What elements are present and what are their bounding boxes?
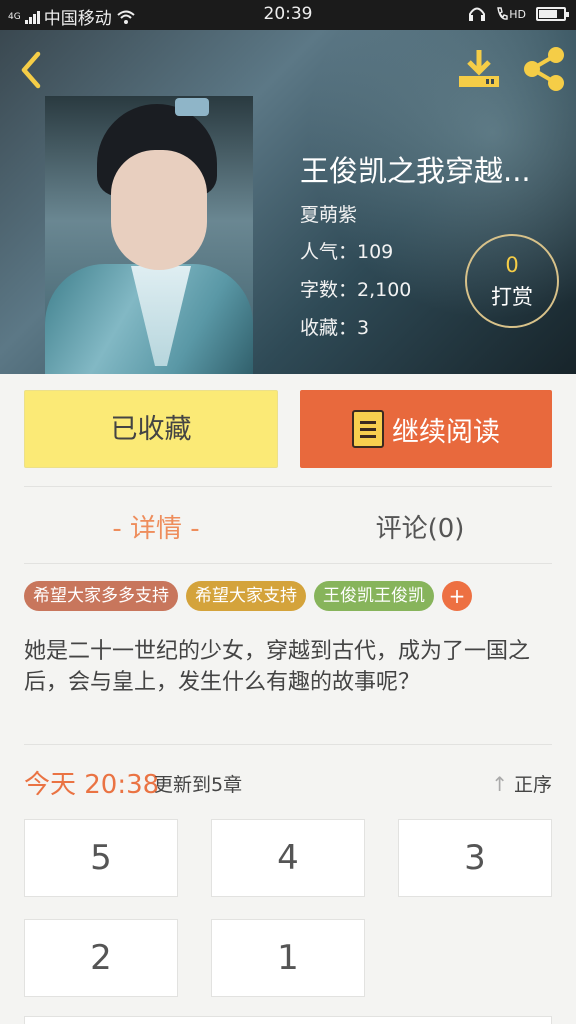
tag-list: 希望大家多多支持 希望大家支持 王俊凯王俊凯 + bbox=[24, 581, 472, 611]
hd-label: HD bbox=[509, 7, 526, 21]
chapter-item[interactable]: 1 bbox=[211, 919, 365, 997]
share-button[interactable] bbox=[520, 46, 568, 92]
reward-count: 0 bbox=[505, 253, 519, 277]
favorited-button[interactable]: 已收藏 bbox=[24, 390, 278, 468]
call-hd-icon: HD bbox=[496, 7, 526, 21]
chapter-item[interactable]: 5 bbox=[24, 819, 178, 897]
arrow-up-icon: ↑ bbox=[491, 771, 508, 796]
tag-chip[interactable]: 希望大家多多支持 bbox=[24, 581, 178, 611]
headset-icon bbox=[469, 7, 486, 21]
book-header: 王俊凯之我穿越... 夏萌紫 人气：109 字数：2,100 收藏：3 0 打赏 bbox=[0, 30, 576, 374]
chapter-item[interactable]: 3 bbox=[398, 819, 552, 897]
add-tag-button[interactable]: + bbox=[442, 581, 472, 611]
back-button[interactable] bbox=[14, 48, 50, 92]
update-info: 今天 20:38 更新到5章 ↑ 正序 bbox=[24, 764, 552, 800]
chapter-item[interactable]: 2 bbox=[24, 919, 178, 997]
popularity-stat: 人气：109 bbox=[300, 241, 394, 263]
divider bbox=[24, 486, 552, 487]
chapter-item[interactable]: 4 bbox=[211, 819, 365, 897]
divider bbox=[24, 744, 552, 745]
battery-icon bbox=[536, 7, 569, 21]
continue-reading-button[interactable]: 继续阅读 bbox=[300, 390, 552, 468]
word-count-stat: 字数：2,100 bbox=[300, 279, 412, 301]
tag-chip[interactable]: 王俊凯王俊凯 bbox=[314, 581, 434, 611]
download-button[interactable] bbox=[456, 48, 502, 90]
book-title: 王俊凯之我穿越... bbox=[300, 154, 531, 188]
update-time: 今天 20:38 bbox=[24, 770, 160, 800]
divider bbox=[24, 563, 552, 564]
book-cover-image[interactable] bbox=[45, 96, 253, 374]
next-section-edge bbox=[24, 1016, 552, 1024]
back-arrow-icon bbox=[21, 51, 41, 89]
book-author[interactable]: 夏萌紫 bbox=[300, 200, 357, 227]
update-text: 更新到5章 bbox=[154, 774, 243, 796]
book-icon bbox=[352, 410, 384, 448]
continue-reading-label: 继续阅读 bbox=[392, 416, 500, 448]
download-icon bbox=[459, 50, 499, 87]
favorites-stat: 收藏：3 bbox=[300, 317, 370, 339]
tab-details[interactable]: - 详情 - bbox=[40, 508, 272, 545]
tag-chip[interactable]: 希望大家支持 bbox=[186, 581, 306, 611]
share-icon bbox=[524, 47, 564, 91]
sort-order-label: 正序 bbox=[513, 774, 552, 796]
status-bar: 4G 中国移动 20:39 HD bbox=[0, 0, 576, 30]
reward-label: 打赏 bbox=[491, 285, 533, 309]
sort-order-button[interactable]: ↑ 正序 bbox=[491, 770, 552, 797]
reward-button[interactable]: 0 打赏 bbox=[465, 234, 559, 328]
tab-comments[interactable]: 评论(0) bbox=[304, 508, 536, 545]
book-description: 她是二十一世纪的少女，穿越到古代，成为了一国之后，会与皇上，发生什么有趣的故事呢… bbox=[24, 639, 531, 695]
